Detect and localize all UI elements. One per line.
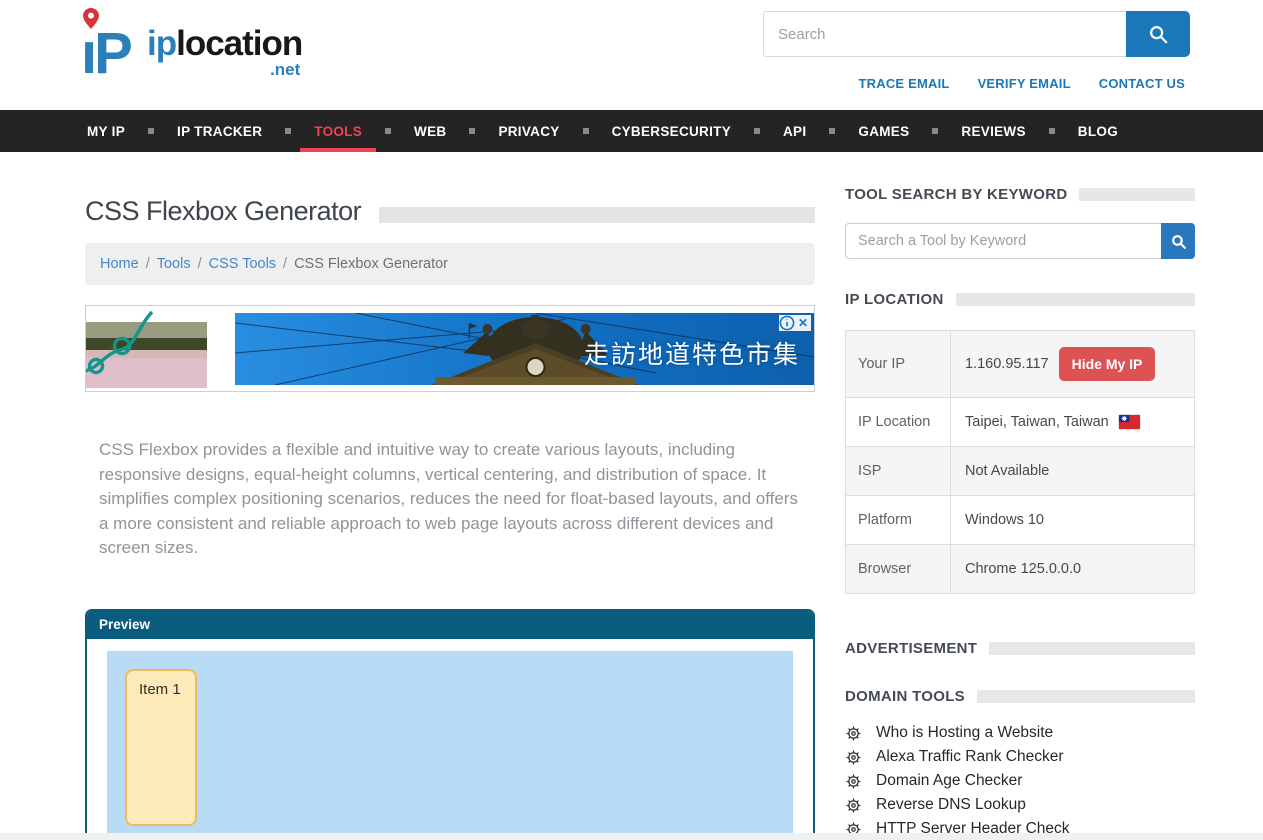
nav-item-web[interactable]: WEB xyxy=(412,110,448,152)
preview-panel-header: Preview xyxy=(87,611,813,639)
nav-separator xyxy=(285,128,291,134)
ad-left-photo xyxy=(86,310,207,388)
header-search xyxy=(763,11,1190,57)
hide-my-ip-button[interactable]: Hide My IP xyxy=(1059,347,1156,381)
preview-panel-body: Item 1 xyxy=(87,639,813,840)
ad-close-icon[interactable]: ✕ xyxy=(795,315,811,331)
ad-banner[interactable]: 走訪地道特色市集 ✕ xyxy=(85,305,815,392)
gear-icon xyxy=(845,797,862,814)
site-header: ıP iplocation .net TRACE EMAIL VERIFY EM… xyxy=(0,0,1263,110)
gear-icon xyxy=(845,773,862,790)
browser-value: Chrome 125.0.0.0 xyxy=(951,545,1194,593)
sidebar: TOOL SEARCH BY KEYWORD IP LOCATION Your … xyxy=(845,186,1195,840)
logo-wordmark: iplocation .net xyxy=(147,24,302,80)
table-row-platform: Platform Windows 10 xyxy=(845,495,1195,544)
tool-search-button[interactable] xyxy=(1161,223,1195,259)
logo-monogram-text: ıP xyxy=(81,20,130,87)
search-icon xyxy=(1170,233,1187,250)
taiwan-flag-icon xyxy=(1119,415,1140,429)
page-title: CSS Flexbox Generator xyxy=(85,196,361,227)
main-area: CSS Flexbox Generator Home / Tools / CSS Too… xyxy=(0,152,1263,840)
table-row-browser: Browser Chrome 125.0.0.0 xyxy=(845,544,1195,593)
nav-item-games[interactable]: GAMES xyxy=(856,110,911,152)
ad-info-icon[interactable] xyxy=(779,315,795,331)
breadcrumb-tools[interactable]: Tools xyxy=(157,256,191,272)
header-search-input[interactable] xyxy=(763,11,1126,57)
preview-panel: Preview Item 1 xyxy=(85,609,815,840)
table-row-isp: ISP Not Available xyxy=(845,446,1195,495)
nav-separator xyxy=(469,128,475,134)
nav-item-reviews[interactable]: REVIEWS xyxy=(959,110,1027,152)
platform-value: Windows 10 xyxy=(951,496,1194,544)
title-decoration-bar xyxy=(379,207,815,223)
ip-location-table: Your IP 1.160.95.117 Hide My IP IP Locat… xyxy=(845,330,1195,594)
site-logo[interactable]: ıP iplocation .net xyxy=(75,6,302,90)
heading-decoration-bar xyxy=(977,690,1195,703)
breadcrumb: Home / Tools / CSS Tools / CSS Flexbox Generat… xyxy=(85,243,815,285)
ad-headline: 走訪地道特色市集 xyxy=(584,335,800,371)
nav-item-blog[interactable]: BLOG xyxy=(1076,110,1120,152)
ad-creative: 走訪地道特色市集 ✕ xyxy=(235,313,814,385)
verify-email-link[interactable]: VERIFY EMAIL xyxy=(978,76,1071,91)
header-links: TRACE EMAIL VERIFY EMAIL CONTACT US xyxy=(859,76,1185,91)
domain-tool-item[interactable]: Reverse DNS Lookup xyxy=(845,796,1195,814)
nav-separator xyxy=(385,128,391,134)
breadcrumb-separator: / xyxy=(198,256,202,272)
ip-location-value: Taipei, Taiwan, Taiwan xyxy=(965,414,1109,430)
nav-item-my-ip[interactable]: MY IP xyxy=(85,110,127,152)
flexbox-item-1[interactable]: Item 1 xyxy=(125,669,197,826)
main-nav: MY IP IP TRACKER TOOLS WEB PRIVACY CYBER… xyxy=(0,110,1263,152)
domain-tool-item[interactable]: Alexa Traffic Rank Checker xyxy=(845,748,1195,766)
advertisement-heading: ADVERTISEMENT xyxy=(845,640,1195,657)
heading-decoration-bar xyxy=(956,293,1195,306)
ip-location-heading: IP LOCATION xyxy=(845,291,1195,308)
nav-separator xyxy=(754,128,760,134)
nav-item-privacy[interactable]: PRIVACY xyxy=(496,110,561,152)
flexbox-preview-container: Item 1 xyxy=(107,651,793,840)
nav-separator xyxy=(1049,128,1055,134)
your-ip-value: 1.160.95.117 xyxy=(965,356,1049,372)
gear-icon xyxy=(845,725,862,742)
nav-separator xyxy=(148,128,154,134)
tool-search xyxy=(845,223,1195,259)
heading-decoration-bar xyxy=(989,642,1195,655)
tool-description: CSS Flexbox provides a flexible and intu… xyxy=(85,438,801,561)
logo-word-location: location xyxy=(176,24,302,63)
search-icon xyxy=(1147,23,1169,45)
nav-item-tools[interactable]: TOOLS xyxy=(312,110,364,152)
header-search-button[interactable] xyxy=(1126,11,1190,57)
domain-tool-item[interactable]: Domain Age Checker xyxy=(845,772,1195,790)
tool-search-heading: TOOL SEARCH BY KEYWORD xyxy=(845,186,1195,203)
logo-word-ip: ip xyxy=(147,24,176,63)
domain-tools-heading: DOMAIN TOOLS xyxy=(845,688,1195,705)
domain-tool-item[interactable]: Who is Hosting a Website xyxy=(845,724,1195,742)
nav-item-ip-tracker[interactable]: IP TRACKER xyxy=(175,110,264,152)
contact-us-link[interactable]: CONTACT US xyxy=(1099,76,1185,91)
nav-separator xyxy=(932,128,938,134)
table-row-ip-location: IP Location Taipei, Taiwan, Taiwan xyxy=(845,397,1195,446)
gear-icon xyxy=(845,749,862,766)
isp-value: Not Available xyxy=(951,447,1194,495)
breadcrumb-separator: / xyxy=(283,256,287,272)
heading-decoration-bar xyxy=(1079,188,1195,201)
trace-email-link[interactable]: TRACE EMAIL xyxy=(859,76,950,91)
table-row-your-ip: Your IP 1.160.95.117 Hide My IP xyxy=(845,330,1195,397)
content-column: CSS Flexbox Generator Home / Tools / CSS Too… xyxy=(85,196,815,840)
page-bottom-strip xyxy=(0,833,1263,840)
nav-separator xyxy=(583,128,589,134)
nav-item-cybersecurity[interactable]: CYBERSECURITY xyxy=(610,110,733,152)
breadcrumb-home[interactable]: Home xyxy=(100,256,139,272)
nav-item-api[interactable]: API xyxy=(781,110,808,152)
logo-ip-monogram: ıP xyxy=(75,6,147,90)
breadcrumb-current: CSS Flexbox Generator xyxy=(294,256,448,272)
domain-tools-list: Who is Hosting a Website Alexa Traffic R… xyxy=(845,724,1195,840)
breadcrumb-css-tools[interactable]: CSS Tools xyxy=(209,256,276,272)
tool-search-input[interactable] xyxy=(845,223,1161,259)
breadcrumb-separator: / xyxy=(146,256,150,272)
nav-separator xyxy=(829,128,835,134)
